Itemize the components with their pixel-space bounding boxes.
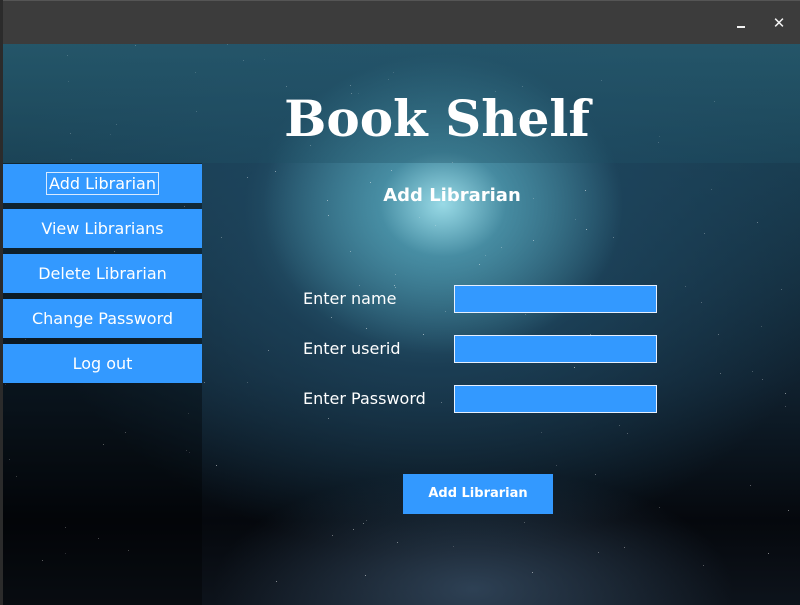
background-star (370, 182, 371, 183)
background-star (275, 171, 276, 172)
app-window: ✕ Book Shelf Add Librarian View Libraria… (3, 0, 800, 605)
sidebar-item-view-librarians[interactable]: View Librarians (3, 209, 202, 248)
background-star (624, 547, 625, 548)
background-star (331, 317, 332, 318)
background-star (704, 233, 705, 234)
background-star (556, 465, 557, 466)
background-star (785, 393, 786, 394)
background-star (501, 247, 502, 248)
background-star (757, 222, 758, 223)
background-star (532, 572, 533, 573)
background-star (366, 328, 367, 329)
sidebar-item-change-password[interactable]: Change Password (3, 299, 202, 338)
sidebar-item-label: Add Librarian (46, 172, 159, 195)
name-field[interactable] (454, 285, 657, 313)
background-star (613, 237, 614, 238)
background-star (485, 255, 486, 256)
background-star (365, 575, 366, 576)
background-star (204, 382, 205, 383)
close-icon: ✕ (772, 14, 786, 32)
background-star (435, 225, 436, 226)
background-star (752, 371, 753, 372)
form-heading: Add Librarian (383, 185, 521, 206)
userid-label: Enter userid (303, 339, 401, 358)
background-star (718, 334, 719, 335)
background-star (781, 289, 782, 290)
background-star (391, 170, 392, 171)
background-star (328, 418, 329, 419)
background-star (720, 373, 721, 374)
background-star (701, 302, 702, 303)
background-star (479, 264, 480, 265)
background-star (659, 507, 660, 508)
name-label: Enter name (303, 289, 397, 308)
background-star (419, 217, 420, 218)
close-button[interactable]: ✕ (769, 13, 789, 33)
background-star (595, 474, 596, 475)
background-star (247, 382, 248, 383)
background-star (395, 274, 396, 275)
background-star (785, 406, 786, 407)
background-star (598, 552, 599, 553)
background-star (586, 229, 587, 230)
sidebar-item-label: Change Password (31, 309, 174, 328)
background-star (441, 402, 442, 403)
background-star (703, 565, 704, 566)
background-star (445, 311, 446, 312)
background-star (788, 510, 789, 511)
background-star (395, 287, 396, 288)
background-star (363, 523, 364, 524)
sidebar-item-label: Delete Librarian (38, 264, 167, 283)
minimize-icon (737, 26, 745, 28)
background-star (453, 546, 454, 547)
background-star (268, 350, 269, 351)
password-field[interactable] (454, 385, 657, 413)
background-star (524, 522, 525, 523)
header-banner (3, 44, 800, 163)
background-star (276, 581, 277, 582)
sidebar-item-add-librarian[interactable]: Add Librarian (3, 164, 202, 203)
background-star (685, 286, 686, 287)
background-star (394, 285, 395, 286)
background-star (397, 542, 398, 543)
background-star (574, 367, 575, 368)
background-star (761, 326, 762, 327)
background-star (575, 219, 576, 220)
background-star (627, 433, 628, 434)
background-star (423, 334, 424, 335)
background-star (216, 465, 217, 466)
title-bar[interactable]: ✕ (3, 0, 800, 45)
sidebar-item-label: View Librarians (41, 219, 164, 238)
sidebar-item-delete-librarian[interactable]: Delete Librarian (3, 254, 202, 293)
background-star (359, 285, 360, 286)
background-star (350, 251, 351, 252)
sidebar: Add Librarian View Librarians Delete Lib… (3, 163, 202, 605)
background-star (711, 189, 712, 190)
background-star (366, 520, 367, 521)
background-star (533, 240, 534, 241)
background-star (768, 553, 769, 554)
minimize-button[interactable] (731, 13, 751, 33)
background-star (332, 535, 333, 536)
background-star (750, 485, 751, 486)
background-star (328, 215, 329, 216)
background-star (353, 529, 354, 530)
add-librarian-button[interactable]: Add Librarian (403, 474, 553, 514)
background-star (221, 237, 222, 238)
background-star (619, 425, 620, 426)
sidebar-item-label: Log out (72, 354, 133, 373)
sidebar-item-log-out[interactable]: Log out (3, 344, 202, 383)
background-star (541, 432, 542, 433)
background-star (525, 314, 526, 315)
userid-field[interactable] (454, 335, 657, 363)
background-star (762, 379, 763, 380)
password-label: Enter Password (303, 389, 426, 408)
background-star (247, 177, 248, 178)
